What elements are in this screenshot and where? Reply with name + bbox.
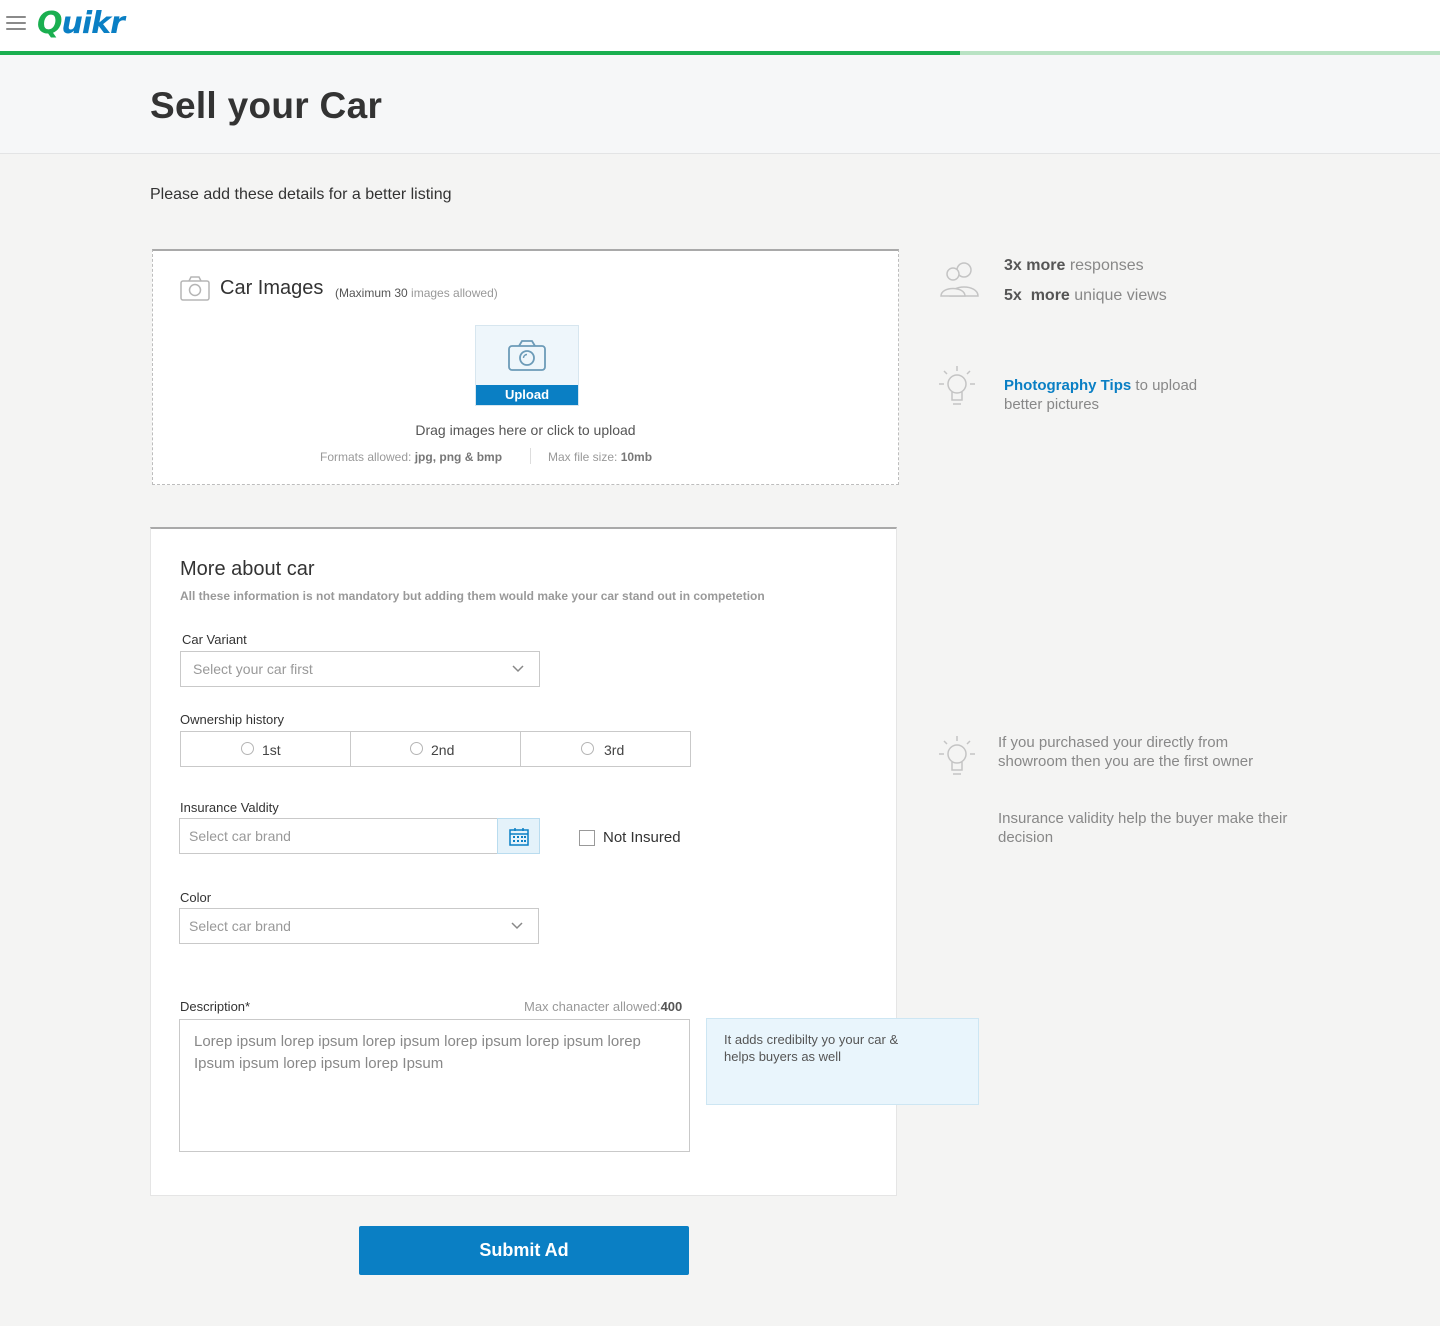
camera-icon <box>508 340 546 371</box>
divider <box>530 448 531 464</box>
chevron-down-icon <box>511 922 523 930</box>
photography-tip: Photography Tips to upload better pictur… <box>1004 377 1198 413</box>
max-file-size: Max file size: 10mb <box>548 450 653 464</box>
car-images-title: Car Images <box>220 277 324 299</box>
color-select[interactable]: Select car brand <box>179 908 539 944</box>
lightbulb-icon <box>939 736 975 775</box>
not-insured-label[interactable]: Not Insured <box>603 829 681 846</box>
insurance-tip: Insurance validity help the buyer make t… <box>998 810 1288 846</box>
section-subtitle: All these information is not mandatory b… <box>180 589 765 603</box>
upload-button-label: Upload <box>476 385 578 405</box>
radio-circle-icon <box>581 742 594 755</box>
quikr-logo[interactable]: Quikr <box>37 6 125 41</box>
calendar-icon <box>509 828 529 846</box>
responses-tip: 3x more responses 5x more unique views <box>1004 257 1167 304</box>
page-title: Sell your Car <box>150 85 383 126</box>
ownership-option-2nd[interactable]: 2nd <box>351 732 521 766</box>
car-variant-label: Car Variant <box>182 632 247 647</box>
submit-ad-button[interactable]: Submit Ad <box>359 1226 689 1275</box>
max-images-note: (Maximum 30 images allowed) <box>335 286 498 300</box>
radio-circle-icon <box>241 742 254 755</box>
color-placeholder: Select car brand <box>189 918 291 934</box>
upload-button[interactable]: Upload <box>475 325 579 406</box>
car-variant-select[interactable]: Select your car first <box>180 651 540 687</box>
description-textarea[interactable]: Lorep ipsum lorep ipsum lorep ipsum lore… <box>179 1019 690 1152</box>
photography-tips-link[interactable]: Photography Tips <box>1004 377 1131 394</box>
description-label: Description* <box>180 999 251 1014</box>
lightbulb-icon <box>939 366 975 405</box>
not-insured-checkbox[interactable] <box>579 830 595 846</box>
ownership-option-3rd[interactable]: 3rd <box>521 732 690 766</box>
car-variant-placeholder: Select your car first <box>193 661 313 677</box>
ownership-radio-group: 1st 2nd 3rd <box>180 731 691 767</box>
page-subheading: Please add these details for a better li… <box>150 186 452 203</box>
chevron-down-icon <box>512 665 524 673</box>
hamburger-menu-icon[interactable] <box>6 16 26 32</box>
calendar-button[interactable] <box>497 818 540 854</box>
drag-instructions: Drag images here or click to upload <box>415 422 636 438</box>
camera-icon <box>180 276 210 301</box>
color-label: Color <box>180 890 212 905</box>
image-upload-dropzone[interactable]: Car Images (Maximum 30 images allowed) U… <box>152 249 899 485</box>
section-title: More about car <box>180 558 315 580</box>
insurance-label: Insurance Valdity <box>180 800 279 815</box>
ownership-label: Ownership history <box>180 712 285 727</box>
description-max-chars: Max chanacter allowed:400 <box>524 999 683 1014</box>
top-bar: Quikr <box>0 0 1440 51</box>
users-icon <box>940 262 979 297</box>
ownership-option-1st[interactable]: 1st <box>181 732 351 766</box>
owner-tip: If you purchased your directly from show… <box>998 734 1254 770</box>
title-band: Sell your Car <box>0 55 1440 154</box>
insurance-date-input[interactable]: Select car brand <box>179 818 497 854</box>
radio-circle-icon <box>410 742 423 755</box>
formats-allowed: Formats allowed: jpg, png & bmp <box>320 450 503 464</box>
description-help-tooltip: It adds credibilty yo your car & helps b… <box>706 1018 979 1105</box>
